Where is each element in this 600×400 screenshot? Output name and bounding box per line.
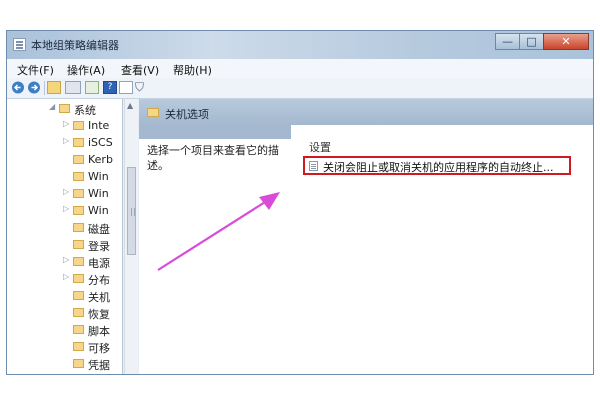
toolbar-separator bbox=[44, 81, 45, 95]
tree-item-label: 脚本 bbox=[88, 325, 110, 338]
policy-item-label: 关闭会阻止或取消关机的应用程序的自动终止... bbox=[323, 161, 554, 174]
tree-pane: ◢ 系统 ▷ Inte ▷ iSCS Kerb Win ▷ Win ▷ Win … bbox=[7, 99, 123, 374]
window-title: 本地组策略编辑器 bbox=[31, 39, 119, 52]
tree-item-label: 登录 bbox=[88, 240, 110, 253]
menu-bar: 文件(F) 操作(A) 查看(V) 帮助(H) bbox=[7, 59, 593, 79]
expand-icon[interactable]: ▷ bbox=[63, 119, 71, 128]
policy-setting-icon bbox=[309, 161, 318, 171]
folder-icon bbox=[73, 121, 84, 130]
forward-arrow-icon[interactable] bbox=[27, 81, 41, 94]
export-list-icon[interactable] bbox=[85, 81, 99, 94]
tree-item-label: Win bbox=[88, 187, 109, 200]
settings-list: 设置 关闭会阻止或取消关机的应用程序的自动终止... bbox=[291, 139, 593, 374]
tree-item-label: Win bbox=[88, 204, 109, 217]
gpedit-window: 本地组策略编辑器 — □ ✕ 文件(F) 操作(A) 查看(V) 帮助(H) ?… bbox=[6, 30, 594, 375]
expand-icon[interactable]: ▷ bbox=[63, 272, 71, 281]
list-tab bbox=[291, 125, 593, 139]
properties-icon[interactable] bbox=[119, 81, 133, 94]
folder-icon bbox=[73, 257, 84, 266]
folder-icon bbox=[73, 291, 84, 300]
folder-icon bbox=[59, 104, 70, 113]
back-arrow-icon[interactable] bbox=[11, 81, 25, 94]
expand-icon[interactable]: ▷ bbox=[63, 136, 71, 145]
menu-view[interactable]: 查看(V) bbox=[121, 62, 159, 78]
toolbar: ? ⛉ bbox=[7, 78, 593, 99]
folder-icon bbox=[73, 342, 84, 351]
tree-item-label: 凭据 bbox=[88, 359, 110, 372]
expand-icon[interactable]: ▷ bbox=[63, 187, 71, 196]
description-text: 选择一个项目来查看它的描述。 bbox=[147, 144, 279, 172]
tree-item-label: Inte bbox=[88, 119, 110, 132]
folder-icon bbox=[73, 155, 84, 164]
folder-icon bbox=[73, 240, 84, 249]
tree-item-label: 可移 bbox=[88, 342, 110, 355]
folder-icon bbox=[73, 274, 84, 283]
details-title: 关机选项 bbox=[165, 108, 209, 121]
folder-icon bbox=[73, 223, 84, 232]
expand-icon[interactable]: ◢ bbox=[49, 102, 57, 111]
tree-item-label: 恢复 bbox=[88, 308, 110, 321]
folder-icon bbox=[73, 138, 84, 147]
tree-item-label: 分布 bbox=[88, 274, 110, 287]
tree-item-label: 磁盘 bbox=[88, 223, 110, 236]
tree-item-label: Kerb bbox=[88, 153, 113, 166]
scrollbar-thumb[interactable] bbox=[127, 167, 136, 255]
tree-item-label: 关机 bbox=[88, 291, 110, 304]
help-icon[interactable]: ? bbox=[103, 81, 117, 94]
details-header: 关机选项 bbox=[139, 99, 593, 125]
annotation-arrow-icon bbox=[157, 192, 280, 271]
folder-icon bbox=[73, 308, 84, 317]
show-hide-tree-icon[interactable] bbox=[65, 81, 81, 94]
grip-icon bbox=[131, 208, 135, 216]
folder-icon bbox=[73, 172, 84, 181]
tree-item-label: 系统 bbox=[74, 104, 96, 117]
title-bar[interactable]: 本地组策略编辑器 — □ ✕ bbox=[7, 31, 593, 59]
folder-icon bbox=[73, 206, 84, 215]
filter-icon[interactable]: ⛉ bbox=[135, 81, 149, 94]
app-icon bbox=[13, 38, 26, 51]
tree-item-label: iSCS bbox=[88, 136, 113, 149]
expand-icon[interactable]: ▷ bbox=[63, 255, 71, 264]
tree-item-label: 电源 bbox=[88, 257, 110, 270]
menu-file[interactable]: 文件(F) bbox=[17, 62, 54, 78]
close-button[interactable]: ✕ bbox=[543, 33, 589, 50]
scroll-up-icon[interactable]: ▲ bbox=[127, 101, 133, 110]
folder-icon bbox=[73, 325, 84, 334]
menu-help[interactable]: 帮助(H) bbox=[173, 62, 212, 78]
folder-icon bbox=[73, 359, 84, 368]
up-folder-icon[interactable] bbox=[47, 81, 61, 94]
minimize-button[interactable]: — bbox=[495, 33, 520, 50]
folder-icon bbox=[147, 108, 159, 117]
policy-item-row[interactable]: 关闭会阻止或取消关机的应用程序的自动终止... bbox=[303, 156, 571, 175]
maximize-button[interactable]: □ bbox=[519, 33, 544, 50]
tree-scrollbar[interactable]: ▲ bbox=[124, 99, 138, 374]
menu-action[interactable]: 操作(A) bbox=[67, 62, 105, 78]
expand-icon[interactable]: ▷ bbox=[63, 204, 71, 213]
column-header-setting[interactable]: 设置 bbox=[309, 139, 331, 155]
folder-icon bbox=[73, 189, 84, 198]
tree-item-label: Win bbox=[88, 170, 109, 183]
